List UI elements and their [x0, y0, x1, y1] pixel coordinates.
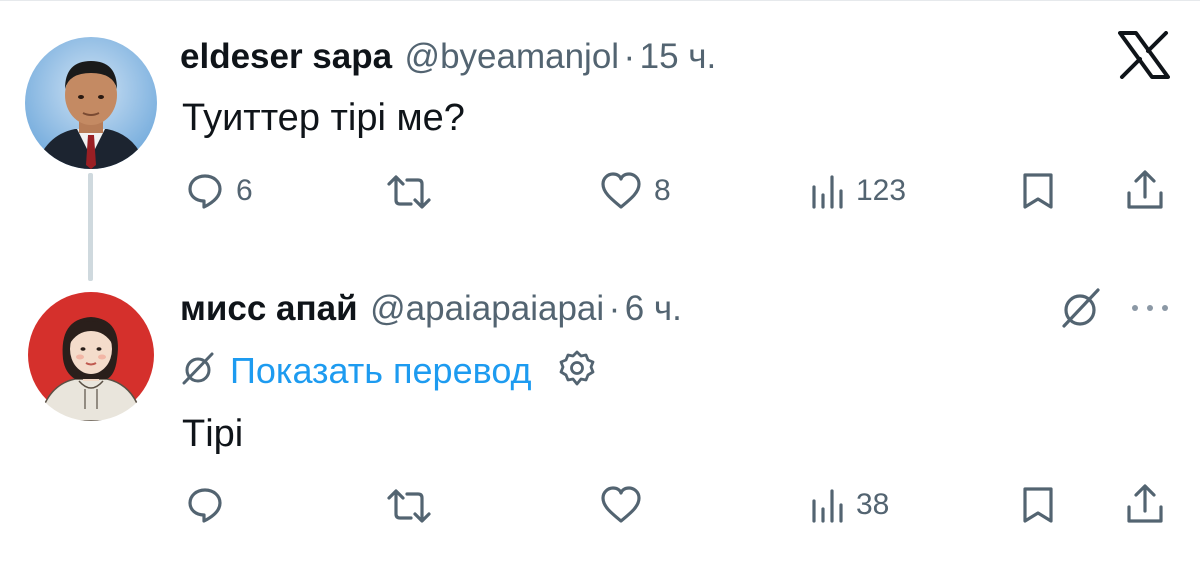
- share-button[interactable]: [1124, 483, 1166, 525]
- separator: ·: [608, 289, 621, 328]
- like-button[interactable]: 8: [600, 172, 671, 210]
- repost-icon: [385, 488, 433, 524]
- reply-icon: [186, 486, 224, 524]
- repost-button[interactable]: [385, 488, 445, 524]
- author-handle[interactable]: @byeamanjol: [405, 37, 620, 76]
- repost-icon: [385, 174, 433, 210]
- tweet-header: eldeser sapa @byeamanjol · 15 ч.: [180, 37, 716, 77]
- timestamp[interactable]: 6 ч.: [625, 289, 682, 328]
- more-icon[interactable]: [1130, 301, 1170, 320]
- avatar[interactable]: [25, 37, 157, 169]
- views-count: 123: [856, 174, 907, 207]
- reply-button[interactable]: 6: [186, 172, 253, 210]
- author-name[interactable]: eldeser sapa: [180, 37, 392, 76]
- author-name[interactable]: мисс апай: [180, 289, 358, 328]
- tweet-text: Туиттер тірі ме?: [182, 97, 465, 139]
- share-button[interactable]: [1124, 169, 1166, 211]
- timestamp[interactable]: 15 ч.: [640, 37, 717, 76]
- thread-connector: [88, 173, 93, 281]
- like-count: 8: [654, 174, 671, 207]
- reply-header: мисс апай @apaiapaiapai · 6 ч.: [180, 289, 682, 329]
- bookmark-icon: [1021, 485, 1055, 525]
- reply-count: 6: [236, 174, 253, 207]
- reply-text: Тірі: [182, 413, 244, 455]
- gear-icon[interactable]: [558, 349, 596, 392]
- reply-button[interactable]: [186, 486, 236, 524]
- share-icon: [1124, 483, 1166, 525]
- views-button[interactable]: 123: [810, 173, 906, 209]
- like-icon: [600, 172, 642, 210]
- views-icon: [810, 173, 844, 209]
- show-translation-row: Показать перевод: [180, 349, 596, 392]
- bookmark-button[interactable]: [1021, 171, 1055, 211]
- views-icon: [810, 487, 844, 523]
- views-count: 38: [856, 488, 890, 521]
- avatar[interactable]: [25, 289, 157, 421]
- translate-icon: [180, 350, 216, 391]
- share-icon: [1124, 169, 1166, 211]
- x-logo-icon[interactable]: [1118, 31, 1170, 84]
- bookmark-icon: [1021, 171, 1055, 211]
- author-handle[interactable]: @apaiapaiapai: [370, 289, 604, 328]
- like-icon: [600, 486, 642, 524]
- views-button[interactable]: 38: [810, 487, 889, 523]
- separator: ·: [623, 37, 636, 76]
- tweet-thread: eldeser sapa @byeamanjol · 15 ч. Туиттер…: [0, 0, 1200, 561]
- show-translation-link[interactable]: Показать перевод: [230, 350, 532, 392]
- repost-button[interactable]: [385, 174, 445, 210]
- translate-icon[interactable]: [1058, 286, 1102, 335]
- like-button[interactable]: [600, 486, 654, 524]
- reply-icon: [186, 172, 224, 210]
- bookmark-button[interactable]: [1021, 485, 1055, 525]
